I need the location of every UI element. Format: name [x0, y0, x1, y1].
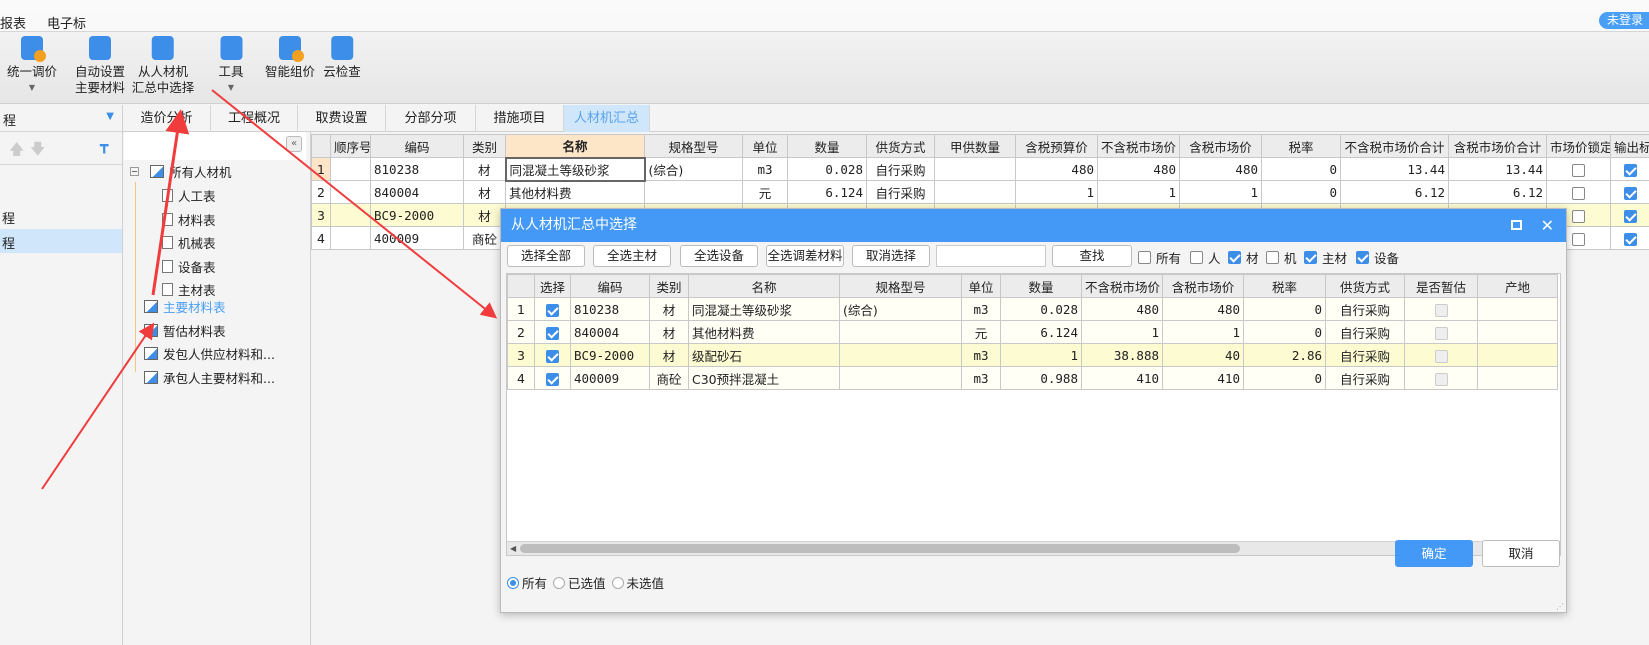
annotation-arrow — [151, 109, 190, 296]
annotation-arrow — [41, 322, 155, 490]
annotation-arrows — [41, 89, 498, 490]
annotation-arrow — [211, 89, 498, 319]
